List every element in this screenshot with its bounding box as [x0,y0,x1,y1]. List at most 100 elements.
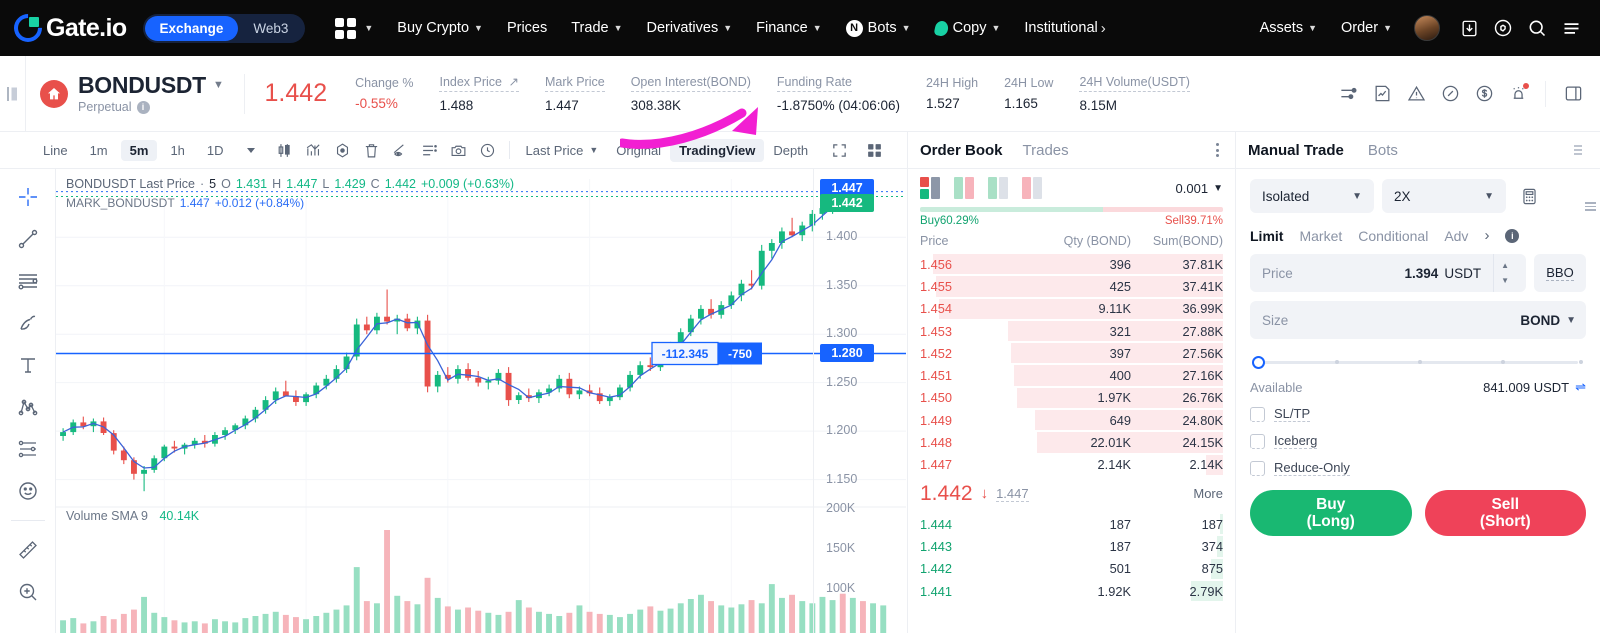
sell-short-button[interactable]: Sell (Short) [1424,490,1586,536]
nav-derivatives[interactable]: Derivatives ▼ [635,0,745,56]
order-book-row[interactable]: 1.448 22.01K 24.15K [908,431,1235,453]
note-chart-icon[interactable] [1367,79,1397,109]
tab-order-book[interactable]: Order Book [920,142,1003,159]
nav-finance[interactable]: Finance ▼ [744,0,834,56]
view-mode-bids[interactable] [988,177,1008,199]
order-book-row[interactable]: 1.449 649 24.80K [908,409,1235,431]
candlestick-chart[interactable]: -112.345 -750 [56,169,907,633]
switch-exchange[interactable]: Exchange [144,15,239,41]
camera-icon[interactable] [444,137,473,163]
size-input[interactable]: Size BOND ▼ [1250,301,1586,339]
checkbox-reduce-only-label[interactable]: Reduce-Only [1274,460,1350,476]
buy-long-button[interactable]: Buy (Long) [1250,490,1412,536]
nav-prices[interactable]: Prices [495,0,559,56]
timeframe-5m[interactable]: 5m [120,139,158,161]
order-type-adv[interactable]: Adv [1444,228,1468,244]
tab-manual-trade[interactable]: Manual Trade [1248,142,1344,159]
fib-icon[interactable] [8,429,48,469]
checkbox-sltp[interactable]: SL/TP [1250,406,1586,422]
candle-icon[interactable] [270,137,299,163]
order-book-row[interactable]: 1.451 400 27.16K [908,364,1235,386]
timeframe-1m[interactable]: 1m [81,140,117,161]
mid-mark-price[interactable]: 1.447 [996,486,1029,502]
dollar-circle-icon[interactable] [1469,79,1499,109]
horizontal-lines-icon[interactable] [8,261,48,301]
layout-icon[interactable] [1558,79,1588,109]
stepper-down-icon[interactable]: ▼ [1494,273,1516,288]
margin-mode-select[interactable]: Isolated ▼ [1250,179,1374,213]
trash-icon[interactable] [357,137,386,163]
checkbox-iceberg-label[interactable]: Iceberg [1274,433,1318,449]
checkbox-reduce-only-box[interactable] [1250,460,1265,476]
panel-drag-handle[interactable] [1585,202,1596,211]
hide-drawings-icon[interactable] [386,137,415,163]
checkbox-iceberg-box[interactable] [1250,433,1265,449]
compare-icon[interactable] [328,137,357,163]
compass-icon[interactable] [1435,79,1465,109]
stepper-up-icon[interactable]: ▲ [1494,258,1516,273]
order-book-row[interactable]: 1.456 396 37.81K [908,253,1235,275]
info-icon[interactable]: i [136,100,150,114]
nav-assets[interactable]: Assets ▼ [1248,0,1329,56]
download-icon[interactable] [1454,13,1484,43]
stat-funding-rate[interactable]: Funding Rate -1.8750% (04:06:06) [776,75,900,113]
text-icon[interactable] [8,345,48,385]
order-book-row[interactable]: 1.441 1.92K 2.79K [908,580,1235,602]
transfer-icon[interactable]: ⇌ [1575,379,1586,395]
price-axis[interactable]: 1.447 1.442 1.400 1.350 1.300 1.250 1.200 1.150… [813,169,907,633]
order-book-row[interactable]: 1.452 397 27.56K [908,342,1235,364]
order-type-limit[interactable]: Limit [1250,228,1283,244]
order-book-row[interactable]: 1.443 187 374 [908,535,1235,557]
sidebar-collapse-toggle[interactable] [0,55,26,132]
stat-open-interest[interactable]: Open Interest(BOND) 308.38K [630,75,751,113]
emoji-icon[interactable] [8,471,48,511]
view-mode-split[interactable] [954,177,974,199]
expand-icon[interactable] [825,137,854,163]
view-mode-asks[interactable] [1022,177,1042,199]
search-icon[interactable] [1522,13,1552,43]
order-book-row[interactable]: 1.455 425 37.41K [908,275,1235,297]
leverage-select[interactable]: 2X ▼ [1382,179,1506,213]
menu-icon[interactable] [1556,13,1586,43]
chevron-right-icon[interactable]: › [1484,227,1489,244]
order-type-conditional[interactable]: Conditional [1358,228,1428,244]
order-book-row[interactable]: 1.444 187 187 [908,513,1235,535]
symbol-block[interactable]: BONDUSDT ▼ Perpetual i [78,72,224,114]
order-book-row[interactable]: 1.447 2.14K 2.14K [908,454,1235,476]
nav-buy-crypto[interactable]: Buy Crypto ▼ [385,0,495,56]
exchange-web3-switch[interactable]: Exchange Web3 [142,13,306,43]
slider-knob[interactable] [1252,355,1265,369]
calculator-icon[interactable] [1514,181,1544,211]
bbo-button[interactable]: BBO [1534,254,1586,292]
zoom-in-icon[interactable] [8,572,48,612]
alert-triangle-icon[interactable] [1401,79,1431,109]
trendline-icon[interactable] [8,219,48,259]
gateio-logo[interactable]: Gate.io [8,8,127,48]
chevron-down-icon[interactable]: ▼ [213,79,224,91]
list-icon[interactable] [415,137,444,163]
info-icon[interactable]: i [1505,228,1520,243]
bell-alarm-icon[interactable] [1503,79,1533,109]
checkbox-sltp-label[interactable]: SL/TP [1274,406,1311,422]
order-type-market[interactable]: Market [1299,228,1342,244]
stat-index-price[interactable]: Index Price ↗ 1.488 [439,74,519,113]
view-depth[interactable]: Depth [764,139,817,162]
apps-grid-menu[interactable]: ▼ [323,0,385,56]
price-input[interactable]: Price 1.394 USDT ▲ ▼ [1250,254,1526,292]
nav-trade[interactable]: Trade ▼ [559,0,634,56]
size-percent-slider[interactable] [1252,353,1584,371]
symbol-name-row[interactable]: BONDUSDT ▼ [78,72,224,98]
timeframe-1d[interactable]: 1D [198,140,233,161]
chevron-down-icon[interactable] [237,137,266,163]
depth-precision-select[interactable]: 0.001 ▼ [1176,181,1223,196]
stat-24h-volume[interactable]: 24H Volume(USDT) 8.15M [1079,75,1190,113]
price-source-select[interactable]: Last Price ▼ [517,139,608,162]
nav-copy[interactable]: Copy ▼ [923,0,1013,56]
timeframe-1h[interactable]: 1h [161,140,193,161]
nav-institutional[interactable]: Institutional › [1012,0,1117,56]
tab-bots[interactable]: Bots [1368,142,1398,159]
nav-order[interactable]: Order ▼ [1329,0,1404,56]
stat-mark-price[interactable]: Mark Price 1.447 [544,75,605,113]
order-book-row[interactable]: 1.450 1.97K 26.76K [908,387,1235,409]
external-link-icon[interactable]: ↗ [508,75,518,89]
